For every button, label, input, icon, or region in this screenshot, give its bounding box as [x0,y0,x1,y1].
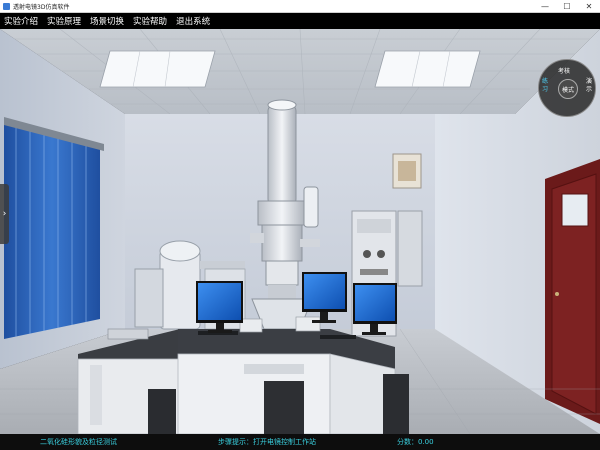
menu-item-exit[interactable]: 退出系统 [176,15,210,27]
app-icon [3,2,10,10]
mode-practice-button[interactable]: 练习 [542,78,550,94]
mode-selector-wheel: 考核 练习 演示 模式 [538,59,596,117]
menu-item-principle[interactable]: 实验原理 [47,15,81,27]
score-display: 分数：0.00 [397,438,434,446]
menu-item-intro[interactable]: 实验介绍 [4,15,38,27]
status-bar: 二氧化硅形貌及粒径测试 步骤提示：打开电镜控制工作站 分数：0.00 [0,434,600,450]
menu-item-help[interactable]: 实验帮助 [133,15,167,27]
maximize-button[interactable]: ☐ [556,0,578,13]
window-controls: — ☐ ✕ [534,0,600,13]
mode-center-label: 模式 [558,79,578,99]
minimize-button[interactable]: — [534,0,556,13]
lab-scene-viewport[interactable]: › 考核 练习 演示 模式 [0,29,600,434]
menu-item-scene-switch[interactable]: 场景切换 [90,15,124,27]
side-panel-toggle[interactable]: › [0,184,9,244]
window-title: 透射电镜3D仿真软件 [13,3,70,11]
lab-scene-render [0,29,600,434]
window-titlebar: 透射电镜3D仿真软件 — ☐ ✕ [0,0,600,13]
menu-bar: 实验介绍 实验原理 场景切换 实验帮助 退出系统 [0,13,600,29]
step-hint: 步骤提示：打开电镜控制工作站 [218,438,316,446]
mode-exam-button[interactable]: 考核 [558,66,570,75]
mode-demo-button[interactable]: 演示 [586,78,594,94]
chevron-right-icon: › [2,209,7,219]
experiment-name: 二氧化硅形貌及粒径测试 [40,438,117,446]
close-button[interactable]: ✕ [578,0,600,13]
